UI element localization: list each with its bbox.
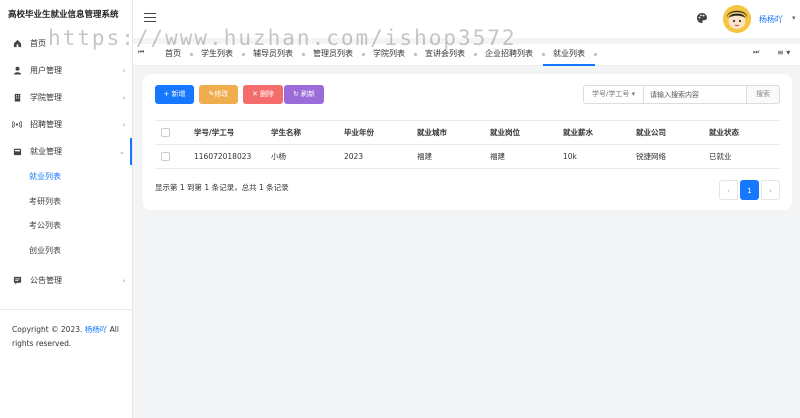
- table-row[interactable]: 116072018023 小杨 2023 福建 福建 10k 锐捷网络 已就业: [155, 144, 779, 169]
- sidebar-item-home[interactable]: 首页: [0, 30, 132, 57]
- tab-seminars[interactable]: 宣讲会列表: [415, 44, 477, 66]
- refresh-button[interactable]: ↻ 刷新: [284, 85, 324, 104]
- tab-employment-list[interactable]: 就业列表: [543, 44, 597, 66]
- sidebar-item-label: 公告管理: [30, 276, 62, 285]
- tab-colleges[interactable]: 学院列表: [363, 44, 417, 66]
- building-icon: [11, 93, 23, 102]
- column-header[interactable]: 就业薪水: [563, 120, 636, 145]
- tab-options-icon[interactable]: ≡ ▾: [777, 48, 790, 57]
- chevron-right-icon: ›: [122, 120, 126, 129]
- sidebar-item-label: 学院管理: [30, 93, 62, 102]
- chevron-right-icon: ›: [122, 93, 126, 102]
- submenu-item-civil-service-list[interactable]: 考公列表: [0, 214, 132, 239]
- tab-label: 首页: [165, 49, 181, 58]
- sidebar-item-recruitment[interactable]: 招聘管理 ›: [0, 111, 132, 138]
- sidebar-item-users[interactable]: 用户管理 ›: [0, 57, 132, 84]
- home-icon: [11, 39, 23, 48]
- notice-icon: [11, 276, 23, 285]
- username-link[interactable]: 杨杨吖: [759, 14, 783, 25]
- sidebar-item-employment[interactable]: 就业管理 ⌄: [0, 138, 132, 165]
- chevron-down-icon: ⌄: [119, 147, 125, 156]
- column-header[interactable]: 就业城市: [417, 120, 490, 145]
- table-header-row: 学号/学工号 学生名称 毕业年份 就业城市 就业岗位 就业薪水 就业公司 就业状…: [155, 120, 779, 145]
- sidebar-menu: 首页 用户管理 › 学院管理 › 招聘管理 › 就业管理 ⌄ 就业列表 考研列表…: [0, 30, 132, 294]
- column-header[interactable]: 学生名称: [271, 120, 344, 145]
- caret-down-icon: ▾: [631, 90, 636, 98]
- table-cell: 福建: [417, 144, 490, 169]
- chevron-right-icon: ›: [122, 66, 126, 75]
- column-header[interactable]: 就业岗位: [490, 120, 563, 145]
- broadcast-icon: [11, 120, 23, 129]
- tab-label: 学生列表: [201, 49, 233, 58]
- tab-list: 首页 学生列表 辅导员列表 管理员列表 学院列表 宣讲会列表 企业招聘列表 就业…: [155, 44, 597, 66]
- table-cell: 116072018023: [194, 144, 271, 169]
- delete-button[interactable]: ✕ 删除: [243, 85, 283, 104]
- prev-page-button[interactable]: ‹: [719, 180, 738, 200]
- tab-admins[interactable]: 管理员列表: [303, 44, 365, 66]
- employment-table: 学号/学工号 学生名称 毕业年份 就业城市 就业岗位 就业薪水 就业公司 就业状…: [155, 120, 779, 169]
- sidebar: 高校毕业生就业信息管理系统 首页 用户管理 › 学院管理 › 招聘管理 › 就业…: [0, 0, 133, 418]
- table-cell: 锐捷网络: [636, 144, 709, 169]
- pagination-info: 显示第 1 到第 1 条记录，总共 1 条记录: [155, 183, 289, 192]
- avatar[interactable]: [723, 5, 751, 33]
- search-field-select[interactable]: 学号/学工号 ▾: [583, 85, 644, 104]
- table-cell: 已就业: [709, 144, 779, 169]
- tab-scroll-right-icon[interactable]: ⏭: [753, 48, 759, 57]
- tab-label: 辅导员列表: [253, 49, 293, 58]
- sidebar-item-label: 就业管理: [30, 147, 62, 156]
- next-page-button[interactable]: ›: [761, 180, 780, 200]
- search-input[interactable]: [644, 85, 747, 104]
- top-header: 杨杨吖 ▾: [133, 0, 800, 38]
- briefcase-icon: [11, 147, 23, 156]
- tab-home[interactable]: 首页: [155, 44, 193, 66]
- main-card: + 新增 ✎修改 ✕ 删除 ↻ 刷新 学号/学工号 ▾ 搜索 学号/学工号 学生…: [143, 74, 792, 210]
- palette-icon[interactable]: [696, 12, 708, 24]
- tab-company-recruitment[interactable]: 企业招聘列表: [475, 44, 545, 66]
- chevron-down-icon[interactable]: ▾: [792, 14, 796, 22]
- pagination: ‹ 1 ›: [719, 180, 780, 200]
- page-button-current[interactable]: 1: [740, 180, 759, 200]
- chevron-right-icon: ›: [122, 276, 126, 285]
- column-header[interactable]: 就业公司: [636, 120, 709, 145]
- search-field-label: 学号/学工号: [592, 90, 630, 98]
- submenu-item-employment-list[interactable]: 就业列表: [0, 165, 132, 190]
- table-cell: 小杨: [271, 144, 344, 169]
- sidebar-item-label: 招聘管理: [30, 120, 62, 129]
- tab-bar: ⏮ 首页 学生列表 辅导员列表 管理员列表 学院列表 宣讲会列表 企业招聘列表 …: [133, 44, 800, 66]
- sidebar-item-label: 用户管理: [30, 66, 62, 75]
- column-header[interactable]: 就业状态: [709, 120, 779, 145]
- edit-button[interactable]: ✎修改: [199, 85, 238, 104]
- app-title: 高校毕业生就业信息管理系统: [8, 10, 119, 20]
- submenu-item-startup-list[interactable]: 创业列表: [0, 239, 132, 264]
- column-header[interactable]: 毕业年份: [344, 120, 417, 145]
- sidebar-item-colleges[interactable]: 学院管理 ›: [0, 84, 132, 111]
- copyright-prefix: Copyright © 2023.: [12, 325, 83, 334]
- copyright: Copyright © 2023. 杨杨吖 All rights reserve…: [0, 310, 132, 351]
- row-checkbox[interactable]: [161, 152, 170, 162]
- tab-scroll-left-icon[interactable]: ⏮: [138, 48, 144, 57]
- tab-label: 管理员列表: [313, 49, 353, 58]
- copyright-author-link[interactable]: 杨杨吖: [85, 325, 108, 334]
- tab-students[interactable]: 学生列表: [191, 44, 245, 66]
- table-cell: 福建: [490, 144, 563, 169]
- tab-label: 企业招聘列表: [485, 49, 533, 58]
- tab-counselors[interactable]: 辅导员列表: [243, 44, 305, 66]
- submenu-item-postgrad-list[interactable]: 考研列表: [0, 190, 132, 215]
- column-header[interactable]: 学号/学工号: [194, 120, 271, 145]
- search-button[interactable]: 搜索: [747, 85, 780, 104]
- sidebar-item-notices[interactable]: 公告管理 ›: [0, 267, 132, 294]
- tab-label: 宣讲会列表: [425, 49, 465, 58]
- search-group: 学号/学工号 ▾ 搜索: [583, 85, 780, 104]
- tab-label: 就业列表: [553, 49, 585, 58]
- table-cell: 10k: [563, 144, 636, 169]
- tab-label: 学院列表: [373, 49, 405, 58]
- sidebar-item-label: 首页: [30, 39, 46, 48]
- menu-toggle-icon[interactable]: [144, 13, 156, 23]
- table-cell: 2023: [344, 144, 417, 169]
- user-icon: [11, 66, 23, 75]
- select-all-checkbox[interactable]: [161, 128, 170, 138]
- add-button[interactable]: + 新增: [155, 85, 194, 104]
